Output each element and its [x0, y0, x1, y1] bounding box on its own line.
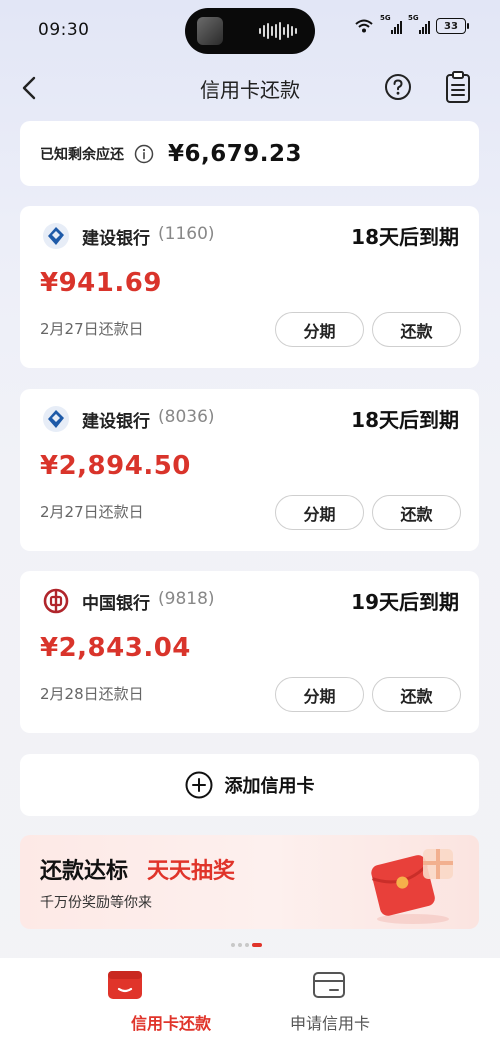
banner-pager	[231, 943, 262, 947]
audio-wave-icon	[259, 22, 299, 40]
media-thumbnail	[197, 17, 223, 45]
due-status: 18天后到期	[351, 225, 459, 249]
bill-amount: ¥941.69	[40, 268, 162, 298]
ccb-logo-icon	[43, 406, 69, 432]
status-bar: 09:30 5G 5G 33	[0, 0, 500, 64]
bill-amount: ¥2,894.50	[40, 451, 191, 481]
status-time: 09:30	[38, 20, 90, 40]
credit-card-item[interactable]: 建设银行 (8036) 18天后到期 ¥2,894.50 2月27日还款日 分期…	[20, 389, 479, 551]
bank-name: 建设银行	[82, 412, 150, 432]
due-status: 18天后到期	[351, 408, 459, 432]
bank-name: 中国银行	[82, 594, 150, 614]
clipboard-icon[interactable]	[444, 70, 472, 104]
installment-button[interactable]: 分期	[275, 312, 364, 347]
promo-banner[interactable]: 还款达标 天天抽奖 千万份奖励等你来	[20, 835, 479, 929]
boc-logo-icon	[43, 588, 69, 614]
wifi-icon	[355, 19, 373, 33]
credit-card-item[interactable]: 建设银行 (1160) 18天后到期 ¥941.69 2月27日还款日 分期 还…	[20, 206, 479, 368]
plus-circle-icon	[185, 771, 212, 799]
bank-name: 建设银行	[82, 229, 150, 249]
credit-card-icon	[313, 972, 345, 998]
wallet-icon	[108, 971, 142, 999]
card-tail-number: (9818)	[158, 589, 215, 609]
info-icon[interactable]	[134, 144, 154, 164]
promo-highlight: 天天抽奖	[147, 859, 236, 884]
credit-card-item[interactable]: 中国银行 (9818) 19天后到期 ¥2,843.04 2月28日还款日 分期…	[20, 571, 479, 733]
card-tail-number: (1160)	[158, 224, 215, 244]
due-date: 2月27日还款日	[40, 503, 144, 521]
repay-button[interactable]: 还款	[372, 677, 461, 712]
summary-card: 已知剩余应还 ¥6,679.23	[20, 121, 479, 186]
battery-icon: 33	[436, 18, 469, 34]
tab-label: 信用卡还款	[131, 1014, 212, 1033]
summary-amount: ¥6,679.23	[168, 140, 302, 167]
promo-title: 还款达标	[40, 859, 129, 884]
signal-5g-icon: 5G	[380, 14, 402, 34]
add-card-label: 添加信用卡	[224, 776, 315, 797]
due-date: 2月27日还款日	[40, 320, 144, 338]
installment-button[interactable]: 分期	[275, 495, 364, 530]
bottom-tab-bar: 信用卡还款 申请信用卡	[0, 958, 500, 1041]
due-date: 2月28日还款日	[40, 685, 144, 703]
bill-amount: ¥2,843.04	[40, 633, 191, 663]
gift-envelope-icon	[371, 849, 453, 924]
promo-subtitle: 千万份奖励等你来	[40, 895, 152, 911]
status-icons: 5G 5G 33	[354, 14, 469, 34]
signal-5g-icon: 5G	[408, 14, 430, 34]
dynamic-island[interactable]	[185, 8, 315, 54]
nav-bar: 信用卡还款	[0, 64, 500, 112]
tab-label: 申请信用卡	[290, 1014, 371, 1033]
ccb-logo-icon	[43, 223, 69, 249]
due-status: 19天后到期	[351, 590, 459, 614]
add-credit-card-button[interactable]: 添加信用卡	[20, 754, 479, 816]
page-title: 信用卡还款	[200, 78, 300, 102]
summary-label: 已知剩余应还	[40, 146, 124, 163]
repay-button[interactable]: 还款	[372, 312, 461, 347]
installment-button[interactable]: 分期	[275, 677, 364, 712]
repay-button[interactable]: 还款	[372, 495, 461, 530]
question-circle-icon[interactable]	[384, 73, 412, 101]
card-tail-number: (8036)	[158, 407, 215, 427]
